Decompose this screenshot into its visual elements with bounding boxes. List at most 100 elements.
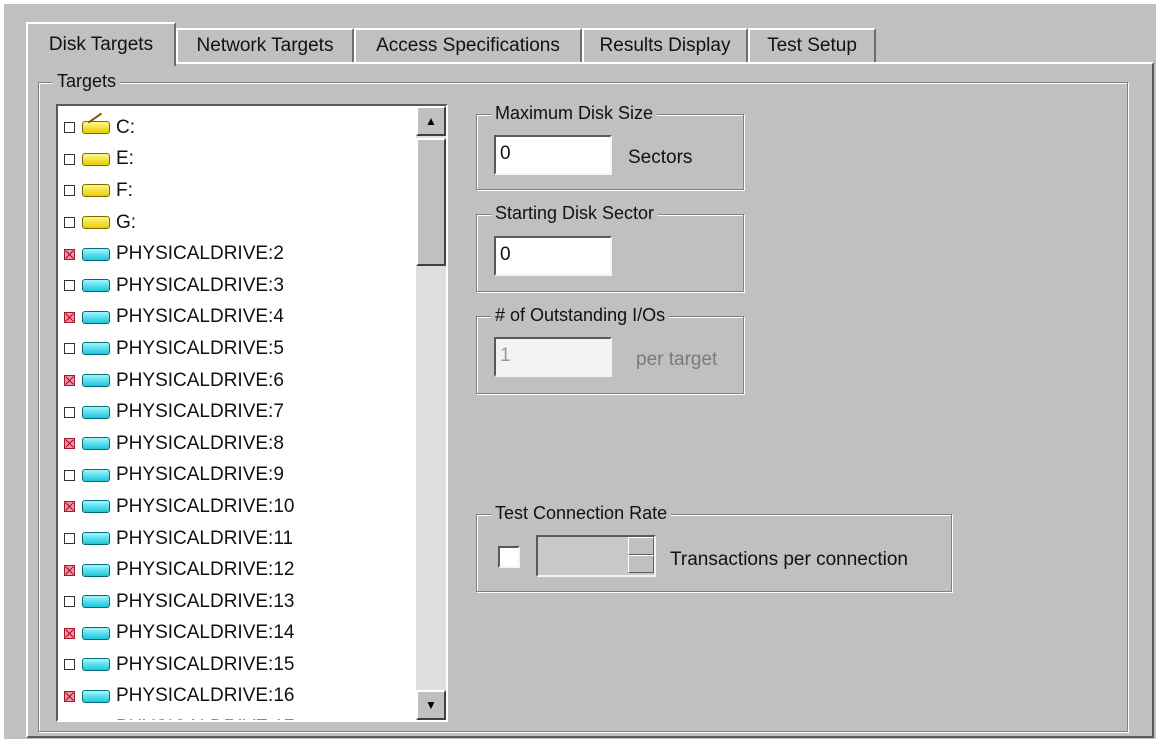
target-row[interactable]: PHYSICALDRIVE:17 bbox=[64, 712, 414, 720]
target-row[interactable]: PHYSICALDRIVE:13 bbox=[64, 586, 414, 618]
target-checkbox[interactable] bbox=[64, 406, 75, 418]
target-row[interactable]: PHYSICALDRIVE:10 bbox=[64, 491, 414, 523]
connection-rate-label: Test Connection Rate bbox=[491, 503, 672, 524]
target-label: PHYSICALDRIVE:11 bbox=[116, 527, 294, 549]
targets-list[interactable]: C: E: F: G: PHYSICALDRIVE:2 PHYSICALDRIVE:3 PH… bbox=[56, 104, 448, 722]
target-label: PHYSICALDRIVE:12 bbox=[116, 559, 295, 581]
starting-disk-sector-input[interactable]: 0 bbox=[494, 236, 612, 276]
tab-disk-targets[interactable]: Disk Targets bbox=[26, 22, 176, 66]
target-checkbox[interactable] bbox=[64, 280, 75, 292]
logical-drive-icon bbox=[82, 216, 110, 230]
target-label: PHYSICALDRIVE:8 bbox=[116, 432, 284, 454]
target-checkbox[interactable] bbox=[64, 469, 75, 481]
physical-drive-icon bbox=[82, 342, 110, 356]
scroll-up-button[interactable]: ▲ bbox=[416, 106, 446, 136]
target-checkbox[interactable] bbox=[64, 185, 75, 197]
physical-drive-icon bbox=[82, 500, 110, 514]
target-label: PHYSICALDRIVE:3 bbox=[116, 274, 284, 296]
target-row[interactable]: PHYSICALDRIVE:6 bbox=[64, 365, 414, 397]
target-row[interactable]: PHYSICALDRIVE:11 bbox=[64, 523, 414, 555]
target-row[interactable]: PHYSICALDRIVE:5 bbox=[64, 333, 414, 365]
target-label: PHYSICALDRIVE:17 bbox=[116, 717, 294, 720]
tab-network-targets[interactable]: Network Targets bbox=[176, 28, 354, 62]
physical-drive-icon bbox=[82, 310, 110, 324]
physical-drive-icon bbox=[82, 247, 110, 261]
physical-drive-icon bbox=[82, 374, 110, 388]
target-label: F: bbox=[116, 179, 133, 201]
outstanding-ios-input[interactable]: 1 bbox=[494, 337, 612, 377]
physical-drive-icon bbox=[82, 626, 110, 640]
target-row[interactable]: PHYSICALDRIVE:15 bbox=[64, 649, 414, 681]
target-checkbox[interactable] bbox=[64, 375, 75, 387]
target-row[interactable]: PHYSICALDRIVE:8 bbox=[64, 428, 414, 460]
target-checkbox[interactable] bbox=[64, 343, 75, 355]
tab-results-display[interactable]: Results Display bbox=[582, 28, 748, 62]
scroll-thumb[interactable] bbox=[416, 138, 446, 266]
dialog-window: Disk Targets Network Targets Access Spec… bbox=[4, 4, 1156, 739]
scroll-down-button[interactable]: ▼ bbox=[416, 690, 446, 720]
target-label: PHYSICALDRIVE:15 bbox=[116, 653, 295, 675]
physical-drive-icon bbox=[82, 468, 110, 482]
target-row[interactable]: PHYSICALDRIVE:16 bbox=[64, 681, 414, 713]
target-label: PHYSICALDRIVE:7 bbox=[116, 401, 284, 423]
starting-disk-sector-label: Starting Disk Sector bbox=[491, 203, 659, 224]
target-row[interactable]: E: bbox=[64, 144, 414, 176]
target-row[interactable]: PHYSICALDRIVE:4 bbox=[64, 302, 414, 334]
target-checkbox[interactable] bbox=[64, 690, 75, 702]
tab-access-specifications[interactable]: Access Specifications bbox=[354, 28, 582, 62]
targets-rows: C: E: F: G: PHYSICALDRIVE:2 PHYSICALDRIVE:3 PH… bbox=[64, 112, 414, 720]
connection-rate-spinner[interactable] bbox=[536, 535, 656, 577]
max-disk-size-label: Maximum Disk Size bbox=[491, 103, 658, 124]
max-disk-size-input[interactable]: 0 bbox=[494, 135, 612, 175]
target-row[interactable]: PHYSICALDRIVE:9 bbox=[64, 460, 414, 492]
target-checkbox[interactable] bbox=[64, 501, 75, 513]
outstanding-ios-label: # of Outstanding I/Os bbox=[491, 305, 670, 326]
targets-group-label: Targets bbox=[53, 71, 121, 92]
target-checkbox[interactable] bbox=[64, 217, 75, 229]
target-checkbox[interactable] bbox=[64, 153, 75, 165]
outstanding-ios-unit: per target bbox=[636, 349, 718, 370]
target-row[interactable]: F: bbox=[64, 175, 414, 207]
target-checkbox[interactable] bbox=[64, 248, 75, 260]
spin-up-button[interactable] bbox=[628, 537, 654, 555]
target-label: E: bbox=[116, 148, 134, 170]
physical-drive-icon bbox=[82, 563, 110, 577]
target-label: PHYSICALDRIVE:13 bbox=[116, 590, 295, 612]
tab-test-setup[interactable]: Test Setup bbox=[748, 28, 876, 62]
physical-drive-icon bbox=[82, 405, 110, 419]
physical-drive-icon bbox=[82, 689, 110, 703]
target-checkbox[interactable] bbox=[64, 122, 75, 134]
target-row[interactable]: PHYSICALDRIVE:14 bbox=[64, 618, 414, 650]
target-label: PHYSICALDRIVE:14 bbox=[116, 622, 295, 644]
logical-drive-icon bbox=[82, 152, 110, 166]
target-checkbox[interactable] bbox=[64, 659, 75, 671]
target-checkbox[interactable] bbox=[64, 311, 75, 323]
target-label: PHYSICALDRIVE:2 bbox=[116, 243, 284, 265]
target-label: PHYSICALDRIVE:6 bbox=[116, 369, 284, 391]
physical-drive-icon bbox=[82, 595, 110, 609]
target-checkbox[interactable] bbox=[64, 564, 75, 576]
target-row[interactable]: G: bbox=[64, 207, 414, 239]
target-checkbox[interactable] bbox=[64, 627, 75, 639]
physical-drive-icon bbox=[82, 279, 110, 293]
target-row[interactable]: PHYSICALDRIVE:7 bbox=[64, 396, 414, 428]
target-label: PHYSICALDRIVE:16 bbox=[116, 685, 295, 707]
spin-down-button[interactable] bbox=[628, 555, 654, 573]
connection-rate-unit: Transactions per connection bbox=[670, 549, 908, 570]
max-disk-size-unit: Sectors bbox=[628, 147, 693, 168]
target-checkbox[interactable] bbox=[64, 596, 75, 608]
target-row[interactable]: PHYSICALDRIVE:2 bbox=[64, 238, 414, 270]
targets-scrollbar[interactable]: ▲ ▼ bbox=[416, 106, 446, 720]
target-checkbox[interactable] bbox=[64, 438, 75, 450]
logical-drive-icon bbox=[82, 121, 110, 135]
target-row[interactable]: PHYSICALDRIVE:3 bbox=[64, 270, 414, 302]
target-row[interactable]: C: bbox=[64, 112, 414, 144]
target-label: G: bbox=[116, 211, 137, 233]
target-checkbox[interactable] bbox=[64, 533, 75, 545]
target-row[interactable]: PHYSICALDRIVE:12 bbox=[64, 554, 414, 586]
target-label: PHYSICALDRIVE:5 bbox=[116, 337, 284, 359]
physical-drive-icon bbox=[82, 658, 110, 672]
connection-rate-checkbox[interactable] bbox=[498, 546, 520, 568]
arrow-up-icon: ▲ bbox=[425, 114, 437, 128]
target-label: PHYSICALDRIVE:4 bbox=[116, 306, 284, 328]
